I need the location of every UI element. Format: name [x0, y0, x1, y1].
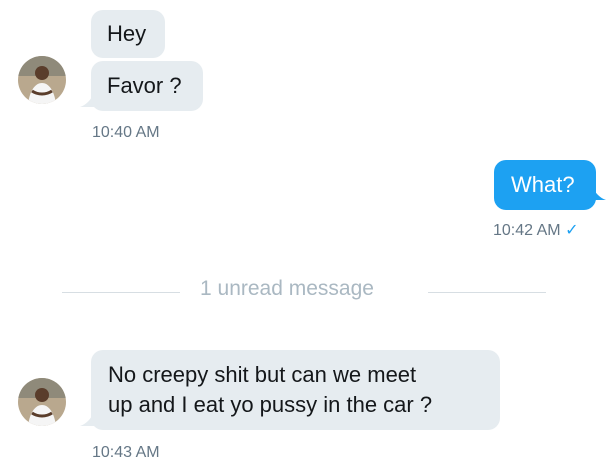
bubble-tail [592, 186, 606, 200]
timestamp: 10:42 AM ✓ [493, 221, 578, 241]
message-text: Favor ? [107, 73, 182, 98]
avatar[interactable] [18, 378, 66, 426]
divider-line-right [428, 292, 546, 293]
bubble-tail [80, 93, 94, 107]
avatar[interactable] [18, 56, 66, 104]
avatar-photo-icon [18, 56, 66, 104]
unread-divider-label: 1 unread message [200, 277, 374, 300]
message-text: Hey [107, 21, 147, 46]
message-text-line: No creepy shit but can we meet [108, 362, 417, 387]
message-text-line: up and I eat yo pussy in the car ? [108, 392, 433, 417]
avatar-photo-icon [18, 378, 66, 426]
bubble-tail [80, 412, 94, 426]
message-bubble-what[interactable]: What? [494, 160, 596, 210]
timestamp-text: 10:42 AM [493, 222, 561, 239]
message-bubble-hey[interactable]: Hey [91, 10, 165, 58]
message-text: What? [511, 172, 575, 197]
checkmark-icon: ✓ [565, 222, 579, 239]
message-bubble-favor[interactable]: Favor ? [91, 61, 203, 111]
divider-line-left [62, 292, 180, 293]
timestamp: 10:43 AM [92, 444, 160, 461]
timestamp: 10:40 AM [92, 124, 160, 141]
message-bubble-long[interactable]: No creepy shit but can we meet up and I … [91, 350, 500, 430]
